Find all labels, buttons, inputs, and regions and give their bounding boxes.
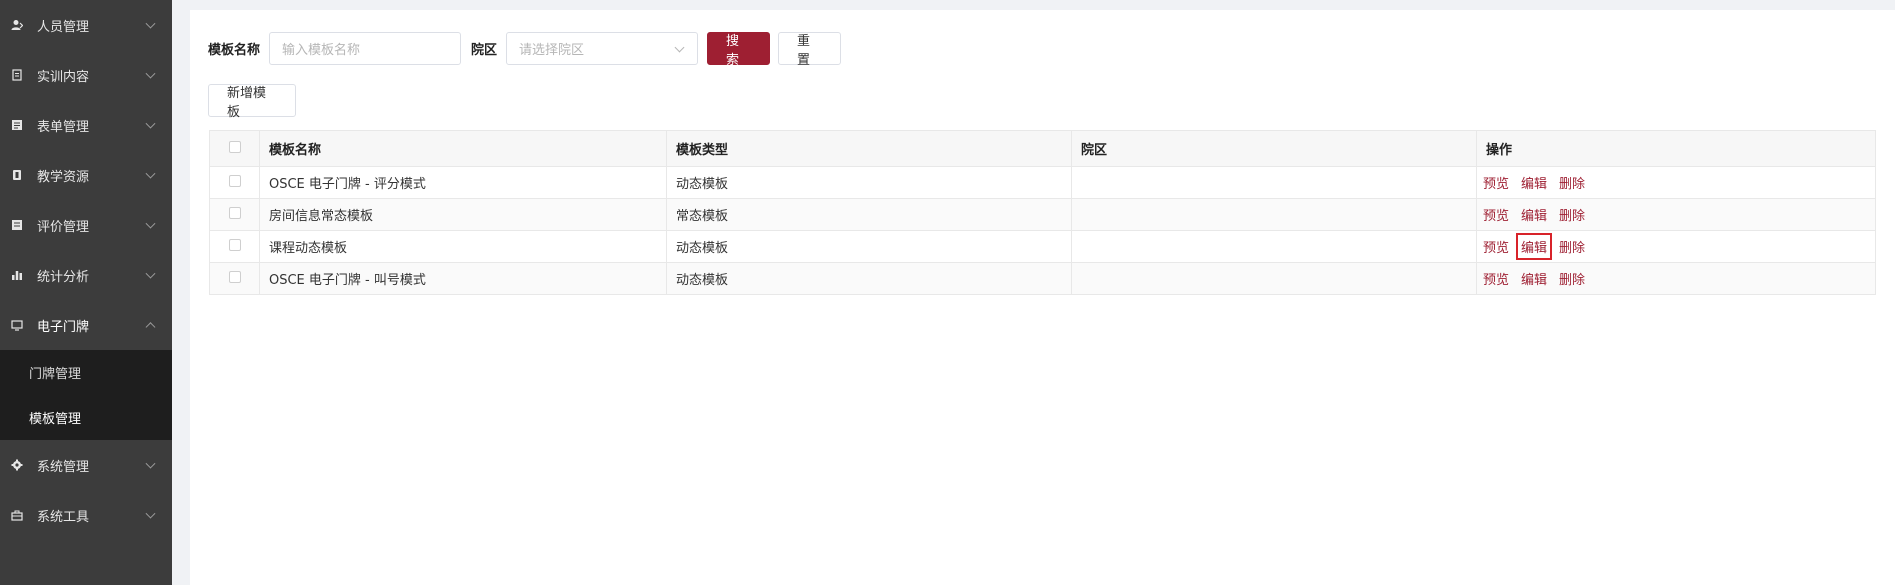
toolbox-icon — [10, 508, 24, 522]
delete-link[interactable]: 删除 — [1557, 268, 1587, 289]
sidebar-item-label: 系统管理 — [37, 459, 90, 475]
header-campus: 院区 — [1071, 130, 1477, 167]
form-icon — [10, 118, 24, 132]
delete-link[interactable]: 删除 — [1557, 236, 1587, 257]
sidebar-item-label: 系统工具 — [37, 509, 90, 525]
sidebar: 人员管理 实训内容 表单管理 教学资源 评价管理 统计分析 电子门牌 门牌管理 … — [0, 0, 172, 585]
sidebar-item-doorplate[interactable]: 电子门牌 — [0, 300, 172, 350]
sidebar-item-label: 人员管理 — [37, 19, 90, 35]
delete-link[interactable]: 删除 — [1557, 204, 1587, 225]
sidebar-subitem-template-management[interactable]: 模板管理 — [0, 395, 172, 440]
sidebar-item-personnel[interactable]: 人员管理 — [0, 0, 172, 50]
book-icon — [10, 168, 24, 182]
template-table: 模板名称 模板类型 院区 操作 OSCE 电子门牌 - 评分模式 动态模板 预览… — [209, 130, 1876, 295]
cell-template-name: 房间信息常态模板 — [259, 198, 667, 231]
table-row: OSCE 电子门牌 - 叫号模式 动态模板 预览 编辑 删除 — [209, 262, 1876, 295]
sidebar-item-tools[interactable]: 系统工具 — [0, 490, 172, 540]
chevron-down-icon — [145, 168, 156, 179]
cell-template-type: 常态模板 — [666, 198, 1072, 231]
preview-link[interactable]: 预览 — [1481, 236, 1511, 257]
select-all-checkbox[interactable] — [228, 140, 241, 153]
sidebar-item-forms[interactable]: 表单管理 — [0, 100, 172, 150]
sidebar-item-label: 评价管理 — [37, 219, 90, 235]
campus-select-placeholder: 请选择院区 — [519, 43, 585, 58]
row-checkbox-cell — [209, 198, 260, 231]
user-icon — [10, 18, 24, 32]
select-all-cell — [209, 130, 260, 167]
cell-actions: 预览 编辑 删除 — [1476, 198, 1876, 231]
row-checkbox[interactable] — [228, 206, 241, 219]
preview-link[interactable]: 预览 — [1481, 204, 1511, 225]
cell-template-name: OSCE 电子门牌 - 叫号模式 — [259, 262, 667, 295]
sidebar-submenu-doorplate: 门牌管理 模板管理 — [0, 350, 172, 440]
header-template-type: 模板类型 — [666, 130, 1072, 167]
chevron-down-icon — [674, 42, 685, 53]
table-row: OSCE 电子门牌 - 评分模式 动态模板 预览 编辑 删除 — [209, 166, 1876, 199]
chevron-down-icon — [145, 68, 156, 79]
cell-campus — [1071, 262, 1477, 295]
sidebar-item-label: 电子门牌 — [37, 319, 90, 335]
cell-campus — [1071, 166, 1477, 199]
cell-actions: 预览 编辑 删除 — [1476, 230, 1876, 263]
rating-icon — [10, 218, 24, 232]
gear-icon — [10, 458, 24, 472]
template-name-input[interactable]: 输入模板名称 — [269, 32, 462, 65]
cell-template-type: 动态模板 — [666, 230, 1072, 263]
table-header-row: 模板名称 模板类型 院区 操作 — [209, 130, 1876, 167]
sidebar-subitem-doorplate-management[interactable]: 门牌管理 — [0, 350, 172, 395]
chevron-down-icon — [145, 218, 156, 229]
sidebar-item-evaluation[interactable]: 评价管理 — [0, 200, 172, 250]
search-button[interactable]: 搜索 — [707, 32, 771, 68]
chevron-down-icon — [145, 118, 156, 129]
edit-link[interactable]: 编辑 — [1519, 268, 1549, 289]
sidebar-item-statistics[interactable]: 统计分析 — [0, 250, 172, 300]
cell-campus — [1071, 230, 1477, 263]
chevron-down-icon — [145, 268, 156, 279]
edit-link-highlighted[interactable]: 编辑 — [1516, 233, 1553, 260]
sidebar-item-label: 统计分析 — [37, 269, 90, 285]
bar-chart-icon — [10, 268, 24, 282]
main-content: 模板名称 输入模板名称 院区 请选择院区 搜索 重置 新增模板 模板名称 模板类… — [190, 10, 1895, 585]
chevron-down-icon — [145, 508, 156, 519]
chevron-down-icon — [145, 18, 156, 29]
cell-actions: 预览 编辑 删除 — [1476, 166, 1876, 199]
delete-link[interactable]: 删除 — [1557, 172, 1587, 193]
sidebar-item-label: 教学资源 — [37, 169, 90, 185]
sidebar-item-resources[interactable]: 教学资源 — [0, 150, 172, 200]
sidebar-item-label: 实训内容 — [37, 69, 90, 85]
edit-link[interactable]: 编辑 — [1519, 172, 1549, 193]
table-row: 房间信息常态模板 常态模板 预览 编辑 删除 — [209, 198, 1876, 231]
campus-label: 院区 — [471, 43, 498, 58]
cell-template-type: 动态模板 — [666, 166, 1072, 199]
preview-link[interactable]: 预览 — [1481, 268, 1511, 289]
header-actions: 操作 — [1476, 130, 1876, 167]
row-checkbox-cell — [209, 166, 260, 199]
cell-template-name: 课程动态模板 — [259, 230, 667, 263]
sidebar-item-training[interactable]: 实训内容 — [0, 50, 172, 100]
header-template-name: 模板名称 — [259, 130, 667, 167]
cell-campus — [1071, 198, 1477, 231]
row-checkbox-cell — [209, 230, 260, 263]
cell-template-name: OSCE 电子门牌 - 评分模式 — [259, 166, 667, 199]
filter-bar: 模板名称 输入模板名称 院区 请选择院区 搜索 重置 — [208, 32, 842, 68]
edit-link[interactable]: 编辑 — [1519, 204, 1549, 225]
chevron-down-icon — [145, 458, 156, 469]
sidebar-item-label: 表单管理 — [37, 119, 90, 135]
row-checkbox[interactable] — [228, 174, 241, 187]
monitor-icon — [10, 318, 24, 332]
cell-actions: 预览 编辑 删除 — [1476, 262, 1876, 295]
row-checkbox-cell — [209, 262, 260, 295]
reset-button[interactable]: 重置 — [778, 32, 842, 68]
row-checkbox[interactable] — [228, 270, 241, 283]
add-template-button[interactable]: 新增模板 — [208, 84, 296, 120]
sidebar-item-system[interactable]: 系统管理 — [0, 440, 172, 490]
row-checkbox[interactable] — [228, 238, 241, 251]
preview-link[interactable]: 预览 — [1481, 172, 1511, 193]
campus-select[interactable]: 请选择院区 — [506, 32, 699, 65]
table-row: 课程动态模板 动态模板 预览 编辑 删除 — [209, 230, 1876, 263]
clipboard-icon — [10, 68, 24, 82]
cell-template-type: 动态模板 — [666, 262, 1072, 295]
chevron-up-icon — [145, 322, 156, 333]
template-name-label: 模板名称 — [208, 43, 261, 58]
